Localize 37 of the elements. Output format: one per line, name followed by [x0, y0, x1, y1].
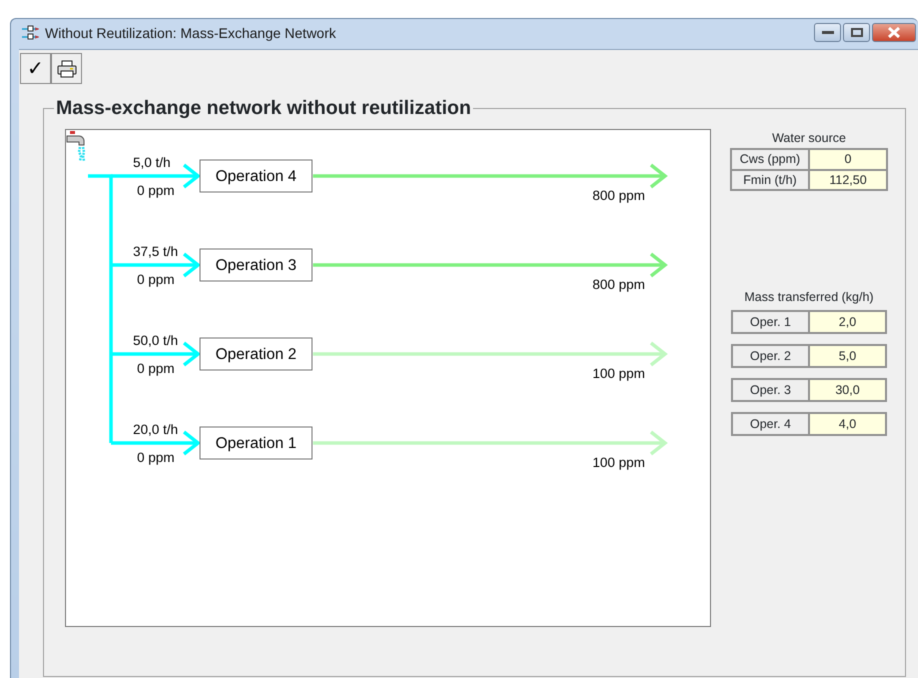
flow-label: 5,0 t/h	[133, 155, 171, 170]
concentration-label: 800 ppm	[592, 277, 645, 292]
section-title: Mass transferred (kg/h)	[743, 289, 875, 306]
check-button[interactable]: ✓	[20, 53, 51, 84]
parameter-value: 0	[809, 148, 887, 170]
window-title: Without Reutilization: Mass-Exchange Network	[45, 24, 336, 43]
network-icon	[21, 25, 39, 41]
concentration-label: 100 ppm	[592, 366, 645, 381]
concentration-label: 100 ppm	[592, 455, 645, 470]
close-icon	[887, 27, 901, 38]
maximize-icon	[850, 28, 862, 37]
operation-label: Operation 3	[216, 257, 296, 274]
maximize-button[interactable]	[843, 23, 870, 42]
operation-label: Operation 1	[216, 435, 296, 452]
mass-value: 5,0	[808, 346, 885, 366]
mass-value: 2,0	[808, 312, 885, 332]
faucet-icon	[66, 131, 86, 162]
parameter-label: Fmin (t/h)	[731, 170, 809, 190]
concentration-label: 0 ppm	[137, 361, 175, 376]
concentration-label: 0 ppm	[137, 272, 175, 287]
close-button[interactable]	[872, 23, 916, 42]
flow-label: 20,0 t/h	[133, 422, 178, 437]
parameter-label: Cws (ppm)	[731, 148, 809, 170]
concentration-label: 0 ppm	[137, 450, 175, 465]
mass-value: 30,0	[808, 380, 885, 400]
operation-label: Operation 2	[216, 346, 296, 363]
printer-icon	[56, 60, 76, 78]
flow-label: 37,5 t/h	[133, 244, 178, 259]
concentration-label: 0 ppm	[137, 183, 175, 198]
minimize-button[interactable]	[814, 23, 841, 42]
operation-label: Operation 4	[216, 168, 296, 185]
print-button[interactable]	[51, 53, 82, 84]
flow-label: 50,0 t/h	[133, 333, 178, 348]
section-title: Water source	[771, 130, 847, 147]
minimize-icon	[822, 30, 834, 34]
mass-value: 4,0	[808, 414, 885, 434]
concentration-label: 800 ppm	[592, 188, 645, 203]
